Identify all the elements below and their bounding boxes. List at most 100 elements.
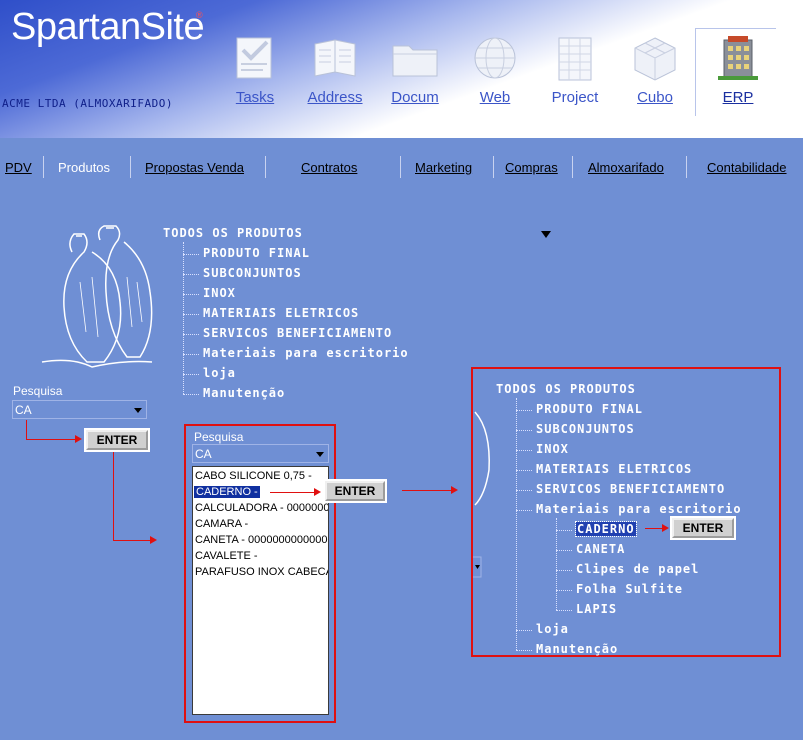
- search-results-list[interactable]: CABO SILICONE 0,75 - CADERNO - CALCULADO…: [192, 466, 329, 715]
- tree-line: [556, 590, 572, 591]
- tree-collapse-icon[interactable]: [540, 230, 552, 240]
- highlight-connector: [402, 490, 452, 491]
- erp-divider-top: [696, 28, 776, 29]
- nav-compras[interactable]: Compras: [505, 160, 558, 175]
- app-tasks[interactable]: Tasks: [215, 30, 295, 106]
- company-name: ACME LTDA (ALMOXARIFADO): [2, 97, 173, 110]
- tree-node[interactable]: loja: [203, 366, 236, 380]
- app-label: Address: [307, 89, 363, 106]
- building-icon: [718, 36, 758, 80]
- nav-separator: [130, 156, 131, 178]
- tree-line: [183, 334, 199, 335]
- list-item[interactable]: CALCULADORA - 0000000000: [195, 502, 328, 514]
- tree-node[interactable]: loja: [536, 622, 569, 636]
- nav-separator: [43, 156, 44, 178]
- cube-icon: [634, 37, 676, 81]
- app-logo: SpartanSite: [11, 6, 205, 48]
- registered-mark: ®: [196, 10, 203, 20]
- tree-line: [516, 470, 532, 471]
- highlight-connector: [26, 439, 76, 440]
- project-icon: [558, 37, 592, 81]
- tree-node[interactable]: Manutenção: [536, 642, 618, 656]
- tree-line: [516, 430, 532, 431]
- app-label: ERP: [722, 89, 754, 106]
- search-label: Pesquisa: [13, 384, 63, 398]
- nav-almoxarifado[interactable]: Almoxarifado: [588, 160, 664, 175]
- tree-node[interactable]: INOX: [536, 442, 569, 456]
- list-item[interactable]: CANETA - 00000000000000: [195, 534, 328, 546]
- tree-line: [183, 242, 184, 394]
- tree-line: [516, 490, 532, 491]
- arrow-right-icon: [662, 524, 669, 532]
- tasks-icon: [236, 37, 272, 79]
- list-item[interactable]: CAVALETE -: [195, 550, 258, 562]
- app-web[interactable]: Web: [455, 30, 535, 106]
- tree-node[interactable]: Folha Sulfite: [576, 582, 683, 596]
- tree-node-selected[interactable]: CADERNO: [575, 521, 637, 537]
- app-header: SpartanSite ® ACME LTDA (ALMOXARIFADO) T…: [0, 0, 803, 138]
- highlight-connector: [113, 540, 151, 541]
- app-erp[interactable]: ERP: [698, 30, 778, 106]
- tree-line: [516, 450, 532, 451]
- nav-produtos[interactable]: Produtos: [58, 160, 110, 175]
- tree-line: [516, 630, 532, 631]
- nav-separator: [572, 156, 573, 178]
- chevron-down-icon[interactable]: [316, 452, 324, 457]
- search-combo[interactable]: CA: [12, 400, 147, 419]
- tree-root[interactable]: TODOS OS PRODUTOS: [163, 226, 303, 240]
- nav-separator: [400, 156, 401, 178]
- tree-node[interactable]: Clipes de papel: [576, 562, 699, 576]
- tree-line: [556, 570, 572, 571]
- list-item[interactable]: PARAFUSO INOX CABECA: [195, 566, 328, 578]
- enter-button[interactable]: ENTER: [670, 516, 736, 540]
- tree-line: [183, 394, 199, 395]
- app-project[interactable]: Project: [535, 30, 615, 106]
- tree-node[interactable]: MATERIAIS ELETRICOS: [536, 462, 692, 476]
- tree-node[interactable]: SUBCONJUNTOS: [203, 266, 302, 280]
- tree-node[interactable]: Materiais para escritorio: [203, 346, 409, 360]
- tree-node[interactable]: SERVICOS BENEFICIAMENTO: [203, 326, 392, 340]
- highlight-connector: [270, 492, 315, 493]
- tree-line: [556, 610, 572, 611]
- app-docum[interactable]: Docum: [375, 30, 455, 106]
- tree-line: [516, 410, 532, 411]
- arrow-right-icon: [451, 486, 458, 494]
- list-item[interactable]: CAMARA -: [195, 518, 248, 530]
- tree-node[interactable]: LAPIS: [576, 602, 617, 616]
- app-address[interactable]: Address: [295, 30, 375, 106]
- tree-node[interactable]: PRODUTO FINAL: [536, 402, 643, 416]
- tree-node[interactable]: CANETA: [576, 542, 625, 556]
- tree-line: [183, 354, 199, 355]
- tree-node[interactable]: INOX: [203, 286, 236, 300]
- tree-node[interactable]: Manutenção: [203, 386, 285, 400]
- nav-separator: [686, 156, 687, 178]
- highlight-connector: [645, 528, 663, 529]
- tree-node[interactable]: MATERIAIS ELETRICOS: [203, 306, 359, 320]
- tree-node-expanded[interactable]: Materiais para escritorio: [536, 502, 742, 516]
- nav-pdv[interactable]: PDV: [5, 160, 32, 175]
- search-combo[interactable]: CA: [192, 444, 329, 463]
- tree-node[interactable]: PRODUTO FINAL: [203, 246, 310, 260]
- nav-contabilidade[interactable]: Contabilidade: [707, 160, 787, 175]
- main-nav: PDV Produtos Propostas Venda Contratos M…: [0, 150, 803, 184]
- list-item[interactable]: CABO SILICONE 0,75 -: [195, 470, 312, 482]
- tree-line: [516, 510, 532, 511]
- combo-fragment: [473, 556, 482, 578]
- enter-button[interactable]: ENTER: [84, 428, 150, 452]
- search-combo-value: CA: [15, 403, 32, 417]
- tree-node[interactable]: SERVICOS BENEFICIAMENTO: [536, 482, 725, 496]
- nav-contratos[interactable]: Contratos: [301, 160, 357, 175]
- app-cubo[interactable]: Cubo: [615, 30, 695, 106]
- tree-node[interactable]: SUBCONJUNTOS: [536, 422, 635, 436]
- nav-propostas-venda[interactable]: Propostas Venda: [145, 160, 244, 175]
- highlight-connector: [26, 420, 27, 439]
- tree-root[interactable]: TODOS OS PRODUTOS: [496, 382, 636, 396]
- tree-line: [556, 550, 572, 551]
- app-label: Web: [479, 89, 511, 106]
- nav-marketing[interactable]: Marketing: [415, 160, 472, 175]
- chevron-down-icon[interactable]: [134, 408, 142, 413]
- list-item-selected[interactable]: CADERNO -: [193, 485, 261, 499]
- enter-button[interactable]: ENTER: [323, 479, 387, 503]
- tree-line: [183, 294, 199, 295]
- tree-line: [183, 314, 199, 315]
